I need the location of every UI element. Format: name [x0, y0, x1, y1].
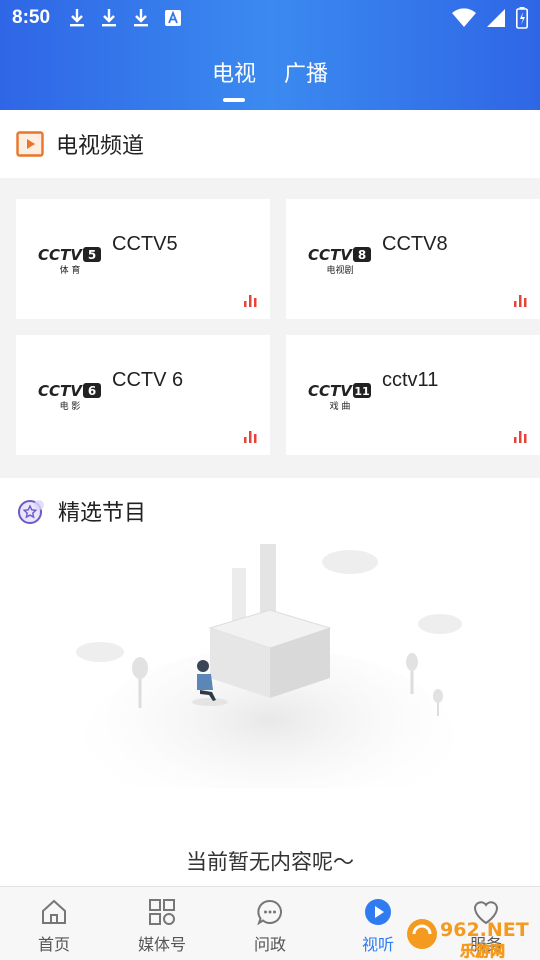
nav-label: 视听 — [361, 937, 394, 954]
download-icon — [102, 9, 117, 27]
channel-grid: CCTV 5 体 育 CCTV5 CCTV 8 电视剧 CCTV8 CCTV 6… — [0, 178, 540, 478]
featured-section: 精选节目 当前暂无内容呢～ — [0, 478, 540, 886]
channel-name: CCTV5 — [112, 233, 178, 255]
svg-text:CCTV: CCTV — [308, 246, 353, 264]
svg-text:CCTV: CCTV — [308, 382, 353, 400]
nav-label: 首页 — [37, 937, 70, 954]
cctv-logo-icon: CCTV 8 电视剧 — [308, 246, 371, 275]
svg-text:电视剧: 电视剧 — [326, 264, 353, 275]
svg-text:CCTV: CCTV — [38, 382, 83, 400]
chat-icon — [257, 900, 282, 926]
cctv-logo-icon: CCTV 11 戏 曲 — [308, 382, 371, 411]
svg-text:8: 8 — [358, 248, 366, 262]
svg-text:CCTV: CCTV — [38, 246, 83, 264]
channel-name: CCTV8 — [382, 233, 448, 255]
nav-home[interactable]: 首页 — [0, 887, 108, 960]
svg-text:体 育: 体 育 — [60, 264, 81, 275]
empty-state-text: 当前暂无内容呢～ — [186, 851, 354, 874]
channel-name: cctv11 — [382, 369, 439, 391]
status-time: 8:50 — [12, 7, 51, 28]
tab-radio[interactable]: 广播 — [284, 56, 328, 102]
status-bar: 8:50 — [0, 0, 540, 36]
live-signal-icon — [244, 295, 257, 307]
live-signal-icon — [244, 431, 257, 443]
cctv-logo-icon: CCTV 5 体 育 — [38, 246, 101, 275]
header-tabs: 电视 广播 — [0, 56, 540, 102]
empty-state-illustration — [76, 544, 462, 788]
nav-inquiry[interactable]: 问政 — [216, 887, 324, 960]
svg-text:6: 6 — [88, 384, 96, 398]
app-header: 8:50 电视 广播 — [0, 0, 540, 110]
nav-media[interactable]: 媒体号 — [108, 887, 216, 960]
svg-text:戏 曲: 戏 曲 — [330, 400, 351, 411]
svg-text:962.NET: 962.NET — [440, 919, 529, 941]
channel-card-cctv5[interactable]: CCTV 5 体 育 CCTV5 — [16, 199, 270, 319]
nav-label: 媒体号 — [137, 937, 186, 954]
home-icon — [42, 899, 66, 924]
star-badge-icon — [18, 500, 44, 524]
tab-tv[interactable]: 电视 — [212, 56, 256, 102]
channel-name: CCTV 6 — [112, 369, 184, 391]
signal-icon — [487, 9, 505, 27]
tv-section-header: 电视频道 — [0, 110, 540, 178]
channel-card-cctv6[interactable]: CCTV 6 电 影 CCTV 6 — [16, 335, 270, 455]
svg-text:电 影: 电 影 — [60, 400, 81, 411]
svg-text:11: 11 — [354, 385, 369, 398]
download-icon — [134, 9, 149, 27]
live-signal-icon — [514, 431, 527, 443]
play-square-icon — [16, 131, 44, 157]
featured-section-header: 精选节目 — [0, 478, 540, 544]
svg-text:乐游网: 乐游网 — [460, 942, 505, 960]
channel-card-cctv11[interactable]: CCTV 11 戏 曲 cctv11 — [286, 335, 540, 455]
featured-section-title: 精选节目 — [58, 500, 147, 525]
play-circle-icon — [365, 899, 391, 925]
autofill-icon — [165, 10, 182, 26]
tv-section-title: 电视频道 — [56, 133, 145, 158]
channel-card-cctv8[interactable]: CCTV 8 电视剧 CCTV8 — [286, 199, 540, 319]
live-signal-icon — [514, 295, 527, 307]
wifi-icon — [452, 8, 476, 27]
download-icon — [70, 9, 85, 27]
nav-label: 问政 — [253, 937, 286, 954]
svg-text:5: 5 — [88, 248, 96, 262]
watermark-logo: 962.NET 乐游网 — [407, 919, 529, 960]
battery-icon — [516, 7, 528, 29]
grid-icon — [149, 899, 175, 925]
cctv-logo-icon: CCTV 6 电 影 — [38, 382, 101, 411]
